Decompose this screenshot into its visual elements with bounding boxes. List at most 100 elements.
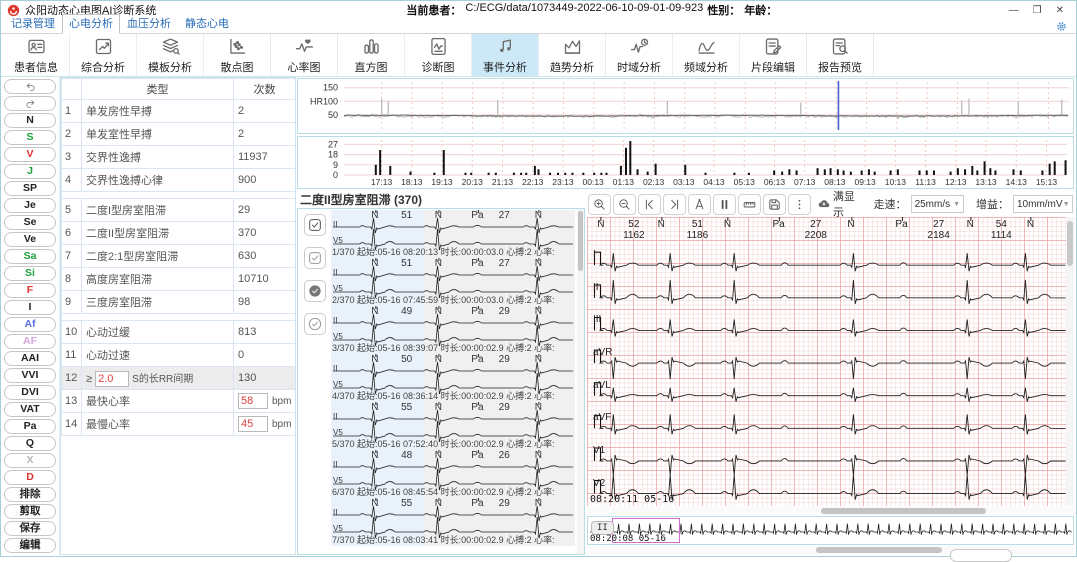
event-strip[interactable]: N55NPa29NIIV57/370 起始:05-16 08:03:41 时长:… bbox=[331, 498, 575, 546]
undo-button[interactable] bbox=[4, 79, 56, 95]
table-row[interactable]: 1单发房性早搏2 bbox=[62, 100, 296, 123]
sidebar-button-Se[interactable]: Se bbox=[4, 215, 56, 231]
save-button[interactable] bbox=[763, 194, 786, 215]
event-list-scrollbar[interactable] bbox=[577, 209, 584, 554]
sidebar-button-I[interactable]: I bbox=[4, 300, 56, 316]
ecg-grid-view[interactable]: 08:20:11 05-16 N521162N511186NPa272208NP… bbox=[587, 217, 1074, 506]
bottom-popup-handle[interactable] bbox=[950, 549, 1012, 562]
toolbar-button-freq-domain[interactable]: 频域分析 bbox=[673, 34, 740, 76]
toolbar-button-diagnosis-chart[interactable]: 诊断图 bbox=[405, 34, 472, 76]
sidebar-button-剪取[interactable]: 剪取 bbox=[4, 504, 56, 520]
settings-gear-icon[interactable] bbox=[1055, 20, 1068, 33]
toolbar-button-histogram[interactable]: 直方图 bbox=[338, 34, 405, 76]
table-row[interactable]: 8高度房室阻滞10710 bbox=[62, 268, 296, 291]
event-strip[interactable]: N51NPa27NIIV51/370 起始:05-16 08:20:13 时长:… bbox=[331, 210, 575, 258]
sidebar-button-DVI[interactable]: DVI bbox=[4, 385, 56, 401]
sidebar-button-N[interactable]: N bbox=[4, 113, 56, 129]
sidebar-button-保存[interactable]: 保存 bbox=[4, 521, 56, 537]
heart-rate-input[interactable] bbox=[238, 416, 268, 432]
event-list-scrollbar-thumb[interactable] bbox=[578, 211, 583, 271]
minimize-button[interactable]: — bbox=[1009, 5, 1019, 16]
toolbar-button-trend-analysis[interactable]: 趋势分析 bbox=[539, 34, 606, 76]
measure-button[interactable] bbox=[738, 194, 761, 215]
menu-tab-3[interactable]: 静态心电 bbox=[178, 14, 236, 33]
menu-tab-1[interactable]: 心电分析 bbox=[62, 14, 120, 34]
table-row[interactable]: 12≥ S的长RR间期130 bbox=[62, 367, 296, 390]
sidebar-button-X[interactable]: X bbox=[4, 453, 56, 469]
toolbar-button-segment-edit[interactable]: 片段编辑 bbox=[740, 34, 807, 76]
rhythm-lead-badge[interactable]: II bbox=[591, 521, 614, 535]
toolbar-button-patient-info[interactable]: 患者信息 bbox=[3, 34, 70, 76]
ecg-horizontal-scrollbar[interactable] bbox=[587, 507, 1074, 515]
pause-button[interactable] bbox=[713, 194, 736, 215]
sidebar-button-Si[interactable]: Si bbox=[4, 266, 56, 282]
close-button[interactable]: ✕ bbox=[1056, 5, 1064, 16]
event-strip[interactable]: N55NPa29NIIV55/370 起始:05-16 07:52:40 时长:… bbox=[331, 402, 575, 450]
sidebar-button-VAT[interactable]: VAT bbox=[4, 402, 56, 418]
sidebar-button-V[interactable]: V bbox=[4, 147, 56, 163]
caliper-button[interactable] bbox=[688, 194, 711, 215]
redo-button[interactable] bbox=[4, 96, 56, 112]
toolbar-button-template-analysis[interactable]: 模板分析 bbox=[137, 34, 204, 76]
menu-tab-0[interactable]: 记录管理 bbox=[4, 14, 62, 33]
zoom-in-button[interactable] bbox=[588, 194, 611, 215]
table-row[interactable] bbox=[62, 192, 296, 199]
table-row[interactable]: 6二度II型房室阻滞370 bbox=[62, 222, 296, 245]
event-strip[interactable]: N49NPa29NIIV53/370 起始:05-16 08:39:07 时长:… bbox=[331, 306, 575, 354]
sidebar-button-Pa[interactable]: Pa bbox=[4, 419, 56, 435]
sidebar-button-Af[interactable]: Af bbox=[4, 317, 56, 333]
toolbar-button-heart-rate[interactable]: 心率图 bbox=[271, 34, 338, 76]
table-row[interactable]: 13最快心率bpm bbox=[62, 390, 296, 413]
speed-select[interactable]: 25mm/s▼ bbox=[911, 195, 964, 213]
sidebar-button-F[interactable]: F bbox=[4, 283, 56, 299]
sidebar-button-J[interactable]: J bbox=[4, 164, 56, 180]
more-button[interactable] bbox=[788, 194, 811, 215]
sidebar-button-Q[interactable]: Q bbox=[4, 436, 56, 452]
toolbar-button-time-domain[interactable]: 时域分析 bbox=[606, 34, 673, 76]
ecg-hscroll-thumb[interactable] bbox=[821, 508, 987, 514]
table-row[interactable]: 2单发室性早搏2 bbox=[62, 123, 296, 146]
toolbar-button-event-analysis[interactable]: 事件分析 bbox=[472, 34, 539, 76]
sidebar-button-VVI[interactable]: VVI bbox=[4, 368, 56, 384]
table-row[interactable]: 9三度房室阻滞98 bbox=[62, 291, 296, 314]
next-page-button[interactable] bbox=[663, 194, 686, 215]
table-row[interactable]: 10心动过缓813 bbox=[62, 321, 296, 344]
table-row[interactable]: 3交界性逸搏11937 bbox=[62, 146, 296, 169]
table-row[interactable] bbox=[62, 314, 296, 321]
event-strip[interactable]: N51NPa27NIIV52/370 起始:05-16 07:45:59 时长:… bbox=[331, 258, 575, 306]
toolbar-button-report-preview[interactable]: 报告预览 bbox=[807, 34, 874, 76]
sidebar-button-编辑[interactable]: 编辑 bbox=[4, 538, 56, 554]
toolbar-button-composite-analysis[interactable]: 综合分析 bbox=[70, 34, 137, 76]
sidebar-button-AF[interactable]: AF bbox=[4, 334, 56, 350]
rr-threshold-input[interactable] bbox=[95, 371, 129, 387]
table-row[interactable]: 4交界性逸搏心律900 bbox=[62, 169, 296, 192]
sidebar-button-排除[interactable]: 排除 bbox=[4, 487, 56, 503]
toolbar-button-scatter-plot[interactable]: 散点图 bbox=[204, 34, 271, 76]
confirm-filled-button[interactable] bbox=[304, 280, 326, 302]
table-row[interactable]: 11心动过速0 bbox=[62, 344, 296, 367]
event-strip[interactable]: N50NPa29NIIV54/370 起始:05-16 08:36:14 时长:… bbox=[331, 354, 575, 402]
select-all-checkbox[interactable] bbox=[304, 214, 326, 236]
table-row[interactable]: 14最慢心率bpm bbox=[62, 413, 296, 436]
zoom-out-button[interactable] bbox=[613, 194, 636, 215]
table-row[interactable]: 5二度I型房室阻滞29 bbox=[62, 199, 296, 222]
select-page-checkbox[interactable] bbox=[304, 247, 326, 269]
event-strip[interactable]: N48NPa26NIIV56/370 起始:05-16 08:45:54 时长:… bbox=[331, 450, 575, 498]
sidebar-button-S[interactable]: S bbox=[4, 130, 56, 146]
maximize-button[interactable]: ❐ bbox=[1033, 5, 1042, 16]
sidebar-button-Sa[interactable]: Sa bbox=[4, 249, 56, 265]
rhythm-hscroll-thumb[interactable] bbox=[816, 547, 943, 553]
sidebar-button-Je[interactable]: Je bbox=[4, 198, 56, 214]
confirm-outline-button[interactable] bbox=[304, 313, 326, 335]
sidebar-button-Ve[interactable]: Ve bbox=[4, 232, 56, 248]
heart-rate-input[interactable] bbox=[238, 393, 268, 409]
sidebar-button-SP[interactable]: SP bbox=[4, 181, 56, 197]
gain-select[interactable]: 10mm/mV▼ bbox=[1013, 195, 1073, 213]
rhythm-strip[interactable]: II 08:20:08 05-16 bbox=[587, 516, 1074, 545]
full-display-button[interactable]: 满显示 bbox=[817, 188, 862, 220]
sidebar-button-D[interactable]: D bbox=[4, 470, 56, 486]
prev-page-button[interactable] bbox=[638, 194, 661, 215]
table-row[interactable]: 7二度2:1型房室阻滞630 bbox=[62, 245, 296, 268]
sidebar-button-AAI[interactable]: AAI bbox=[4, 351, 56, 367]
menu-tab-2[interactable]: 血压分析 bbox=[120, 14, 178, 33]
